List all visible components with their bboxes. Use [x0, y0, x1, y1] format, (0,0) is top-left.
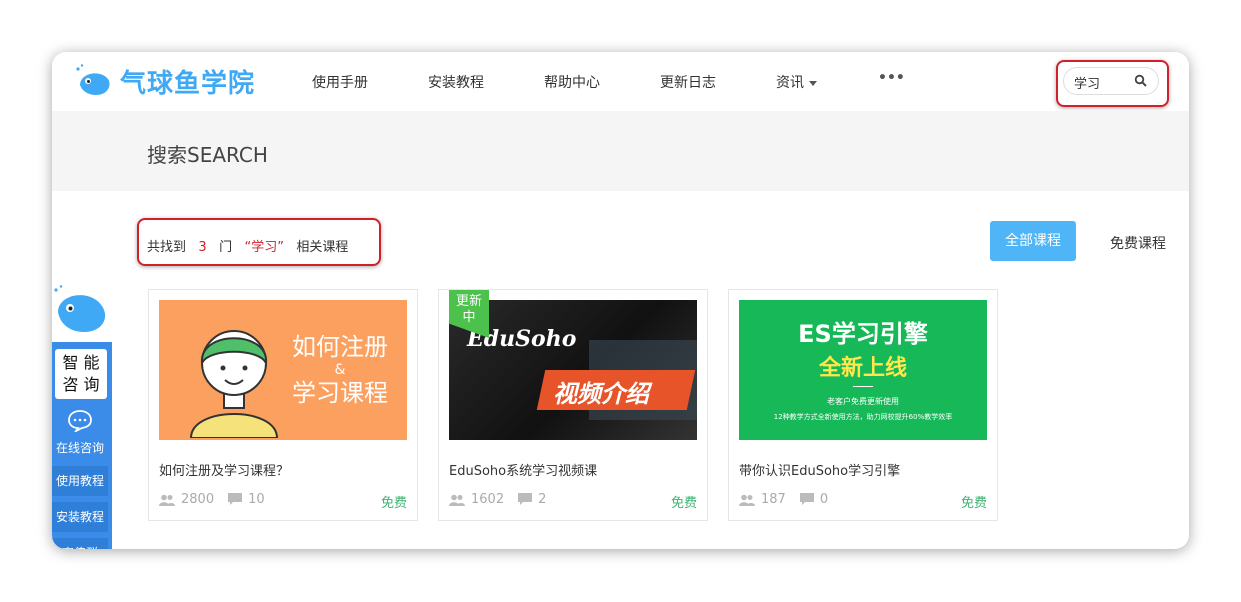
course-price: 免费: [380, 496, 407, 511]
course-thumbnail[interactable]: 如何注册 & 学习课程: [159, 300, 407, 440]
comment-icon: [228, 493, 243, 505]
student-count: 1602: [471, 492, 505, 507]
course-title[interactable]: 如何注册及学习课程？: [159, 460, 289, 479]
site-logo[interactable]: 气球鱼学院: [74, 62, 255, 100]
student-avatar-illustration: [189, 330, 279, 438]
thumb-text-line4: 12种教学方式全新使用方法，助力网校提升60%教学效率: [773, 413, 953, 421]
smart-consult-line2: 咨 询: [62, 375, 100, 394]
page-title: 搜索SEARCH: [147, 143, 268, 167]
nav-item-help[interactable]: 帮助中心: [544, 72, 600, 92]
thumb-text-line3: 老客户免费更新使用: [827, 397, 899, 406]
comment-count: 0: [819, 492, 829, 507]
logo-text: 气球鱼学院: [120, 68, 256, 99]
thumb-divider: [853, 386, 873, 387]
thumb-text-line1: 如何注册: [292, 333, 388, 361]
student-count: 187: [761, 492, 786, 507]
comment-count: 10: [248, 492, 265, 507]
nav-item-news[interactable]: 资讯: [776, 72, 817, 92]
users-icon: [159, 494, 175, 506]
course-thumbnail[interactable]: ES学习引擎 全新上线 老客户免费更新使用 12种教学方式全新使用方法，助力网校…: [739, 300, 987, 440]
nav-item-changelog[interactable]: 更新日志: [660, 72, 716, 92]
course-card[interactable]: 如何注册 & 学习课程 如何注册及学习课程？ 2800 10 免费: [148, 289, 418, 521]
chat-bubble-icon[interactable]: [68, 410, 92, 432]
comment-icon: [518, 493, 533, 505]
users-icon: [449, 494, 465, 506]
course-meta: 2800 10: [159, 492, 265, 507]
thumb-text-line2: 全新上线: [818, 356, 907, 381]
thumb-text-line1: ES学习引擎: [798, 320, 928, 348]
course-title[interactable]: 带你认识EduSoho学习引擎: [739, 460, 900, 479]
search-highlight-frame: [1056, 60, 1169, 107]
course-price: 免费: [960, 496, 987, 511]
nav-news-label: 资讯: [776, 75, 804, 91]
course-price: 免费: [670, 496, 697, 511]
filter-all-courses-button[interactable]: 全部课程: [990, 221, 1076, 261]
smart-consult-box[interactable]: 智 能 咨 询: [55, 349, 107, 399]
online-consult-link[interactable]: 在线咨询: [52, 439, 108, 456]
nav-item-manual[interactable]: 使用手册: [312, 72, 368, 92]
chevron-down-icon: [809, 80, 817, 86]
comment-count: 2: [538, 492, 547, 507]
fish-logo-icon: [76, 64, 110, 95]
fish-mascot-icon: [54, 285, 106, 332]
nav-more[interactable]: •••: [878, 70, 905, 86]
course-meta: 187 0: [739, 492, 828, 507]
search-banner: 搜索SEARCH: [52, 111, 1189, 191]
course-card[interactable]: ES学习引擎 全新上线 老客户免费更新使用 12种教学方式全新使用方法，助力网校…: [728, 289, 998, 521]
result-highlight-frame: [137, 218, 381, 266]
filter-free-courses-button[interactable]: 免费课程: [1110, 233, 1166, 253]
side-item-install[interactable]: 安装教程: [52, 502, 108, 532]
course-card[interactable]: EduSoho 视频介绍 更新中 EduSoho系统学习视频课 1602 2 免…: [438, 289, 708, 521]
side-item-tutorial[interactable]: 使用教程: [52, 466, 108, 496]
thumb-text-line2: &: [334, 362, 346, 378]
smart-consult-line1: 智 能: [62, 353, 100, 372]
browser-window: 气球鱼学院 使用手册 安装教程 帮助中心 更新日志 资讯 ••• 学习 搜索SE…: [52, 52, 1189, 549]
nav-item-install[interactable]: 安装教程: [428, 72, 484, 92]
thumb-text-line2: 视频介绍: [553, 380, 649, 408]
side-item-group[interactable]: 宣传群: [52, 538, 108, 549]
users-icon: [739, 494, 755, 506]
badge-text: 更新中: [455, 294, 482, 325]
site-header: 气球鱼学院 使用手册 安装教程 帮助中心 更新日志 资讯 ••• 学习: [52, 52, 1189, 111]
course-title[interactable]: EduSoho系统学习视频课: [449, 460, 597, 479]
student-count: 2800: [181, 492, 215, 507]
thumb-text-line3: 学习课程: [292, 379, 388, 407]
consult-sidebar: 智 能 咨 询 在线咨询 使用教程 安装教程 宣传群: [52, 342, 112, 549]
comment-icon: [799, 493, 814, 505]
course-meta: 1602 2: [449, 492, 546, 507]
